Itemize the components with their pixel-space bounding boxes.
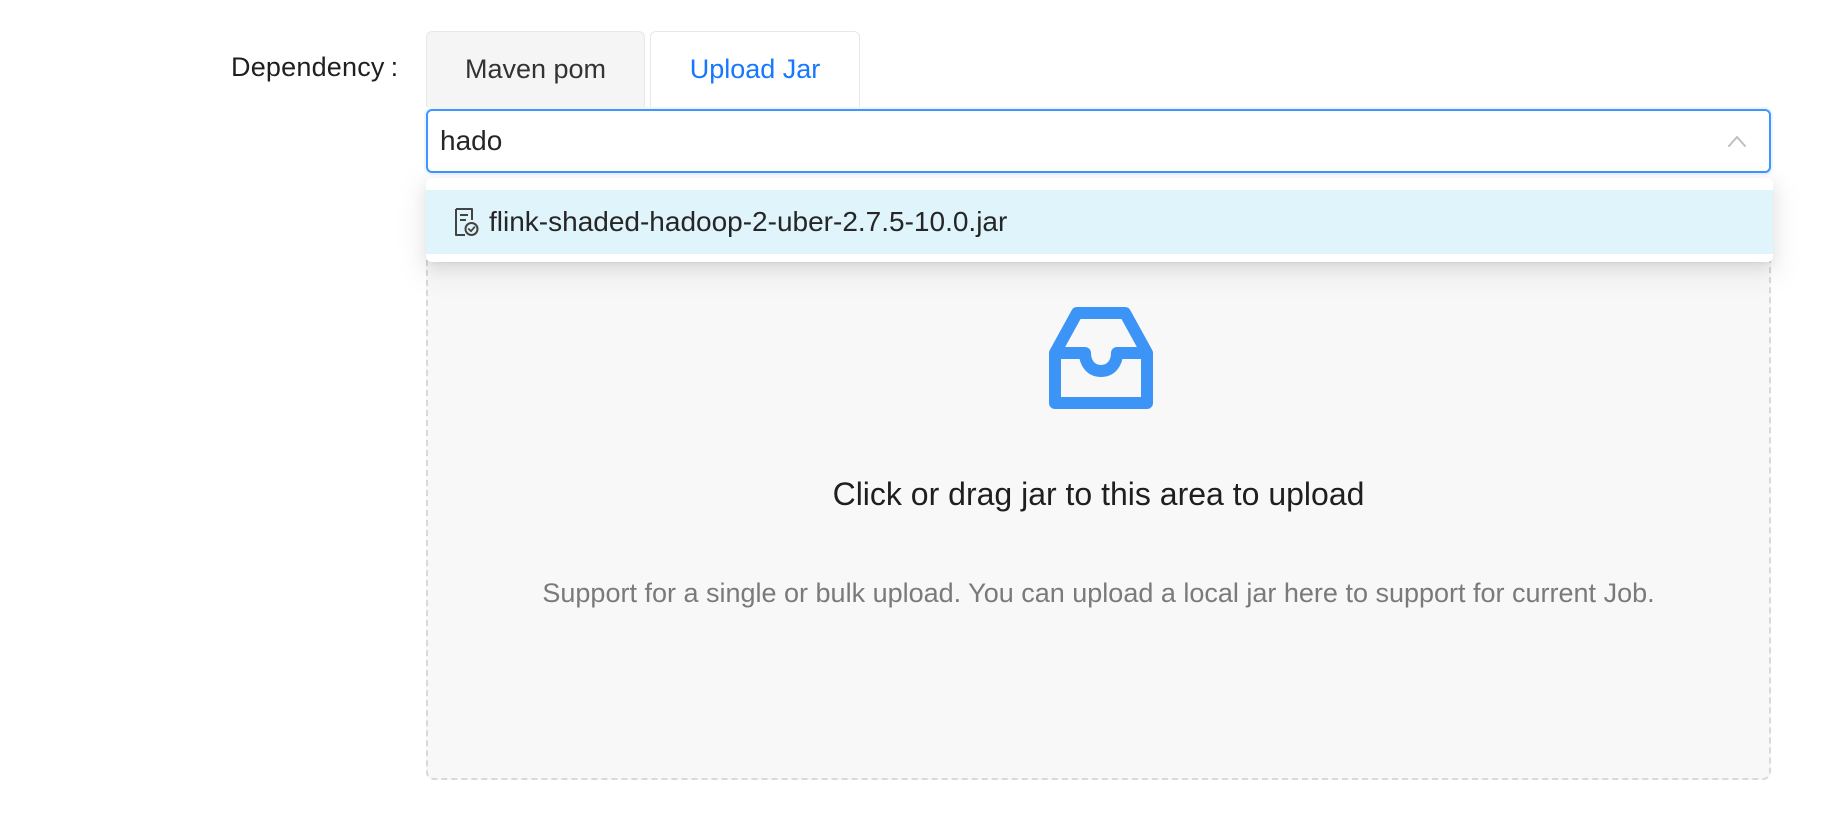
- upload-title: Click or drag jar to this area to upload: [832, 476, 1365, 512]
- dropdown-option-label: flink-shaded-hadoop-2-uber-2.7.5-10.0.ja…: [489, 206, 1008, 237]
- chevron-up-icon[interactable]: [1727, 132, 1747, 152]
- dependency-label-colon: :: [390, 52, 399, 82]
- jar-search-input[interactable]: [440, 111, 1700, 171]
- dropdown-option[interactable]: flink-shaded-hadoop-2-uber-2.7.5-10.0.ja…: [426, 190, 1773, 254]
- tab-upload-jar[interactable]: Upload Jar: [650, 31, 860, 107]
- jar-select[interactable]: [426, 109, 1771, 173]
- dependency-label: Dependency:: [231, 52, 398, 83]
- tab-upload-jar-label: Upload Jar: [689, 54, 821, 84]
- upload-hint: Support for a single or bulk upload. You…: [542, 578, 1655, 608]
- dependency-form: Dependency: Maven pom Upload Jar Click o…: [0, 0, 1822, 818]
- tab-maven-pom-label: Maven pom: [464, 54, 607, 84]
- upload-dragger[interactable]: Click or drag jar to this area to upload…: [426, 178, 1771, 780]
- select-dropdown: flink-shaded-hadoop-2-uber-2.7.5-10.0.ja…: [426, 178, 1773, 262]
- file-done-icon: [455, 208, 479, 236]
- inbox-icon: [1049, 307, 1153, 409]
- tab-maven-pom[interactable]: Maven pom: [426, 31, 645, 107]
- dependency-label-text: Dependency: [231, 52, 385, 82]
